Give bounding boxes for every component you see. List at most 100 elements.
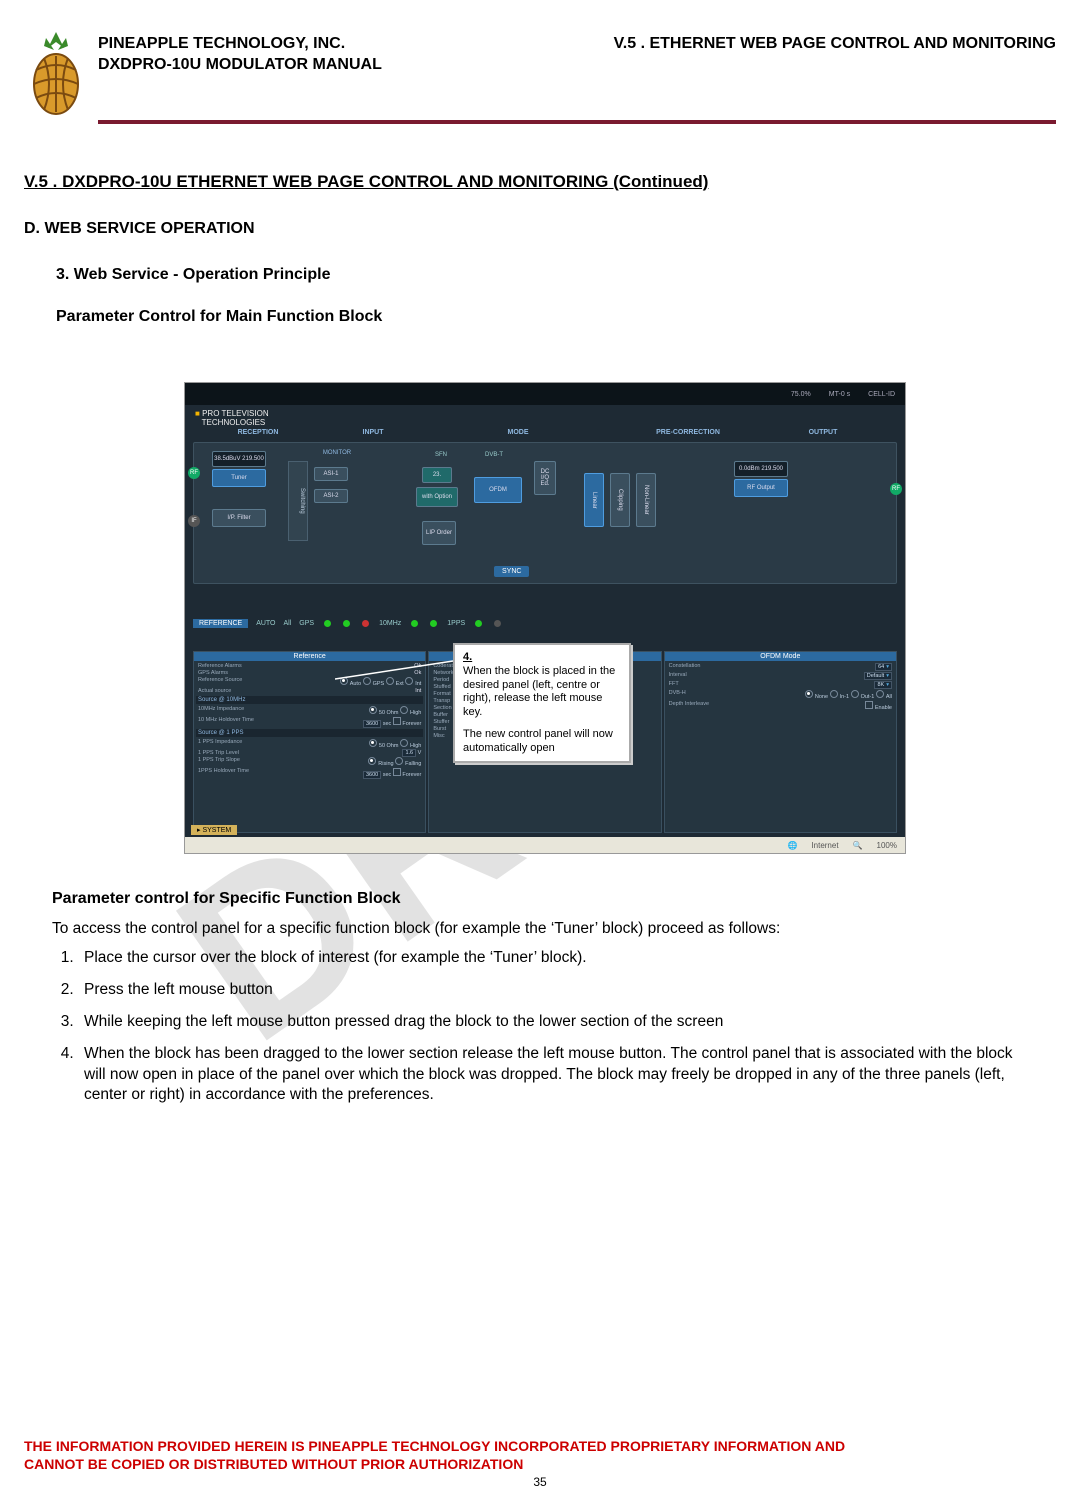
interval-label: Interval: [669, 672, 687, 680]
unit-v: V: [418, 750, 422, 756]
reference-10mhz: 10MHz: [379, 620, 401, 627]
callout-leader-line: [335, 659, 455, 689]
opt-all[interactable]: All: [886, 694, 892, 700]
reference-label: REFERENCE: [193, 619, 248, 628]
step-2: Press the left mouse button: [78, 980, 1028, 1000]
reference-all: All: [284, 620, 292, 627]
led-icon: [475, 620, 482, 627]
holdover-10mhz-value[interactable]: 3600: [363, 720, 381, 728]
radio-icon[interactable]: [369, 706, 377, 714]
block-tuner[interactable]: Tuner: [212, 469, 266, 487]
led-icon: [430, 620, 437, 627]
opt-out1[interactable]: Out-1: [861, 694, 875, 700]
app-brand: ■ PRO TELEVISION TECHNOLOGIES: [195, 409, 269, 427]
trip-slope-label: 1 PPS Trip Slope: [198, 757, 240, 767]
sync-button[interactable]: SYNC: [494, 566, 529, 577]
if-port-in[interactable]: IF: [188, 515, 200, 527]
block-clipping[interactable]: Clipping: [610, 473, 630, 527]
lower-heading: Parameter control for Specific Function …: [52, 890, 1028, 908]
flow-header-output: OUTPUT: [763, 429, 883, 436]
mid-row-7: Buffer: [433, 712, 448, 718]
radio-icon[interactable]: [830, 690, 838, 698]
sub-heading: Parameter Control for Main Function Bloc…: [56, 308, 1056, 326]
opt-50ohm-b[interactable]: 50 Ohm: [379, 743, 399, 749]
mid-row-8: Stuffer: [433, 719, 449, 725]
topbar-value-b: MT-0 s: [829, 391, 850, 398]
holdover-1pps-value[interactable]: 3600: [363, 771, 381, 779]
ref-alarms-label: Reference Alarms: [198, 663, 242, 669]
block-linear[interactable]: Linear: [584, 473, 604, 527]
dvbh-label: DVB-H: [669, 690, 686, 700]
block-nonlinear[interactable]: Non-Linear: [636, 473, 656, 527]
opt-none[interactable]: None: [815, 694, 828, 700]
rf-port-in[interactable]: RF: [188, 467, 200, 479]
page-header: PINEAPPLE TECHNOLOGY, INC. DXDPRO-10U MO…: [24, 30, 1056, 118]
dvbt-label: DVB-T: [474, 449, 514, 461]
flow-header-input: INPUT: [323, 429, 423, 436]
interval-select[interactable]: Default: [864, 672, 892, 680]
block-lip[interactable]: LIP Order: [422, 521, 456, 545]
brand-line1: PRO TELEVISION: [202, 409, 269, 418]
flow-header-reception: RECEPTION: [193, 429, 323, 436]
block-asi2[interactable]: ASI-2: [314, 489, 348, 503]
checkbox-icon[interactable]: [393, 717, 401, 725]
flow-header-mode: MODE: [423, 429, 613, 436]
header-manual: DXDPRO-10U MODULATOR MANUAL: [98, 55, 382, 76]
status-internet: Internet: [811, 841, 838, 850]
section-d-heading: D. WEB SERVICE OPERATION: [24, 220, 1056, 238]
block-asi1[interactable]: ASI-1: [314, 467, 348, 481]
radio-icon[interactable]: [400, 739, 408, 747]
sfn-label: SFN: [426, 449, 456, 461]
system-label: SYSTEM: [202, 827, 231, 834]
led-icon: [362, 620, 369, 627]
block-23[interactable]: 23.: [422, 467, 452, 483]
browser-titlebar: 75.0% MT-0 s CELL-ID: [185, 383, 905, 405]
led-icon: [324, 620, 331, 627]
callout-number: 4.: [463, 651, 472, 663]
holdover-1pps-label: 1PPS Holdover Time: [198, 768, 249, 778]
opt-high[interactable]: High: [410, 710, 421, 716]
radio-icon[interactable]: [805, 690, 813, 698]
lower-intro: To access the control panel for a specif…: [52, 920, 1028, 938]
actual-source-label: Actual source: [198, 688, 231, 694]
block-rf-output[interactable]: RF Output: [734, 479, 788, 497]
reference-auto: AUTO: [256, 620, 275, 627]
opt-rising[interactable]: Rising: [378, 761, 393, 767]
header-section: V.5 . ETHERNET WEB PAGE CONTROL AND MONI…: [614, 34, 1056, 76]
opt-in1[interactable]: In-1: [840, 694, 849, 700]
opt-50ohm[interactable]: 50 Ohm: [379, 710, 399, 716]
callout-p1: When the block is placed in the desired …: [463, 665, 615, 718]
tuner-freq-display: 38.5dBuV 219.500: [212, 451, 266, 467]
panel-ofdm-mode[interactable]: OFDM Mode Constellation64 IntervalDefaul…: [664, 651, 897, 833]
radio-icon[interactable]: [400, 706, 408, 714]
opt-falling[interactable]: Falling: [405, 761, 421, 767]
checkbox-icon[interactable]: [393, 768, 401, 776]
block-dc[interactable]: DC I/Q Ed.: [534, 461, 556, 495]
constellation-select[interactable]: 64: [875, 663, 892, 671]
trip-level-value[interactable]: 1.6: [402, 749, 416, 757]
checkbox-icon[interactable]: [865, 701, 873, 709]
radio-icon[interactable]: [876, 690, 884, 698]
enable-label: Enable: [875, 705, 892, 711]
system-button[interactable]: ▸ SYSTEM: [191, 825, 237, 835]
constellation-label: Constellation: [669, 663, 701, 671]
mid-row-10: Misc: [433, 733, 444, 739]
block-ip-filter[interactable]: I/P. Filter: [212, 509, 266, 527]
fft-select[interactable]: 8K: [874, 681, 892, 689]
rf-port-out[interactable]: RF: [890, 483, 902, 495]
radio-icon[interactable]: [851, 690, 859, 698]
callout-p2: The new control panel will now automatic…: [463, 728, 613, 754]
radio-icon[interactable]: [369, 739, 377, 747]
radio-icon[interactable]: [395, 757, 403, 765]
browser-statusbar: 🌐 Internet 🔍 100%: [185, 837, 905, 853]
block-ofdm[interactable]: OFDM: [474, 477, 522, 503]
output-freq-display: 0.0dBm 219.500: [734, 461, 788, 477]
block-with-option[interactable]: with Option: [416, 487, 458, 507]
footer-line2: CANNOT BE COPIED OR DISTRIBUTED WITHOUT …: [24, 1456, 523, 1472]
unit-sec: sec: [383, 721, 392, 727]
switching-block[interactable]: Switching: [288, 461, 308, 541]
mid-row-5: Transp: [433, 698, 450, 704]
imp-1pps-label: 1 PPS Impedance: [198, 739, 242, 749]
radio-icon[interactable]: [368, 757, 376, 765]
fft-label: FFT: [669, 681, 679, 689]
